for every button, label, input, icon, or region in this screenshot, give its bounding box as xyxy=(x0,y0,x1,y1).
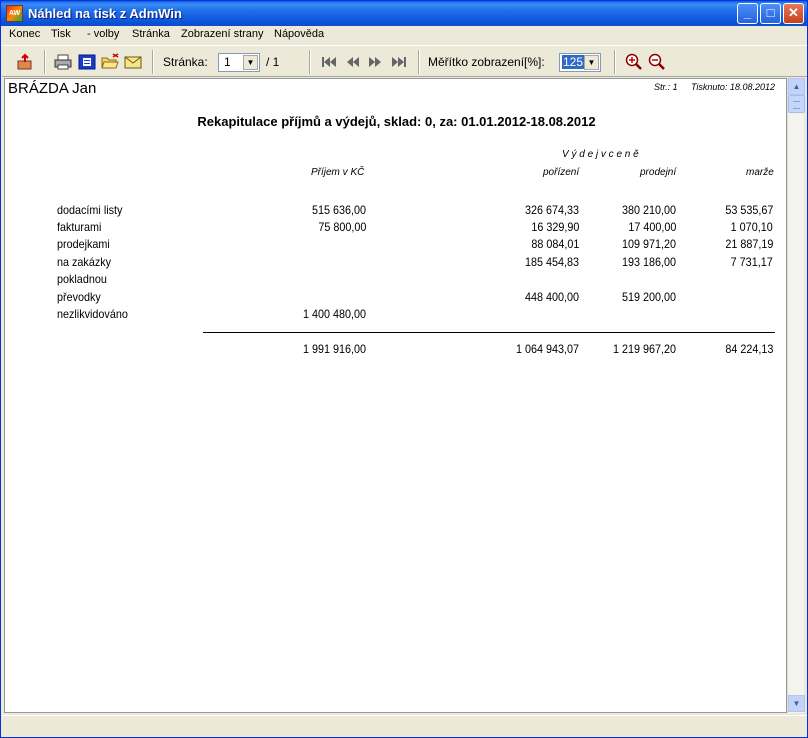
minimize-button[interactable]: _ xyxy=(737,3,758,24)
first-page-icon[interactable] xyxy=(320,53,338,71)
toolbar-separator xyxy=(152,50,154,74)
menu-volby[interactable]: - volby xyxy=(87,28,119,40)
cell-sale: 109 971,20 xyxy=(621,237,676,251)
zoom-in-icon[interactable] xyxy=(625,53,643,71)
report-title: Rekapitulace příjmů a výdejů, sklad: 0, … xyxy=(197,114,596,129)
customer-name: BRÁZDA Jan xyxy=(8,80,97,97)
zoom-value: 125 xyxy=(562,55,585,69)
app-icon[interactable]: AW xyxy=(6,5,23,22)
exit-icon[interactable] xyxy=(16,53,34,71)
menu-napoveda[interactable]: Nápověda xyxy=(274,28,324,40)
cell-cost: 448 400,00 xyxy=(524,290,579,304)
column-income: Příjem v KČ xyxy=(311,167,365,178)
cell-sale: 380 210,00 xyxy=(621,203,676,217)
cell-income: 75 800,00 xyxy=(317,220,366,234)
menu-stranka[interactable]: Stránka xyxy=(132,28,170,40)
page-value: 1 xyxy=(224,55,231,69)
total-sale: 1 219 967,20 xyxy=(612,342,676,356)
print-date: Tisknuto: 18.08.2012 xyxy=(691,82,775,92)
row-label: na zakázky xyxy=(57,255,112,269)
menu-konec[interactable]: Konec xyxy=(9,28,40,40)
vertical-scrollbar[interactable]: ▲ ▼ xyxy=(787,78,805,713)
print-icon[interactable] xyxy=(54,53,72,71)
cell-margin: 53 535,67 xyxy=(724,203,773,217)
row-label: prodejkami xyxy=(57,237,110,251)
header-group-issue: V ý d e j v c e n ě xyxy=(562,149,639,160)
scroll-thumb[interactable] xyxy=(788,95,805,113)
maximize-button[interactable]: □ xyxy=(760,3,781,24)
column-cost: pořízení xyxy=(543,167,580,178)
email-icon[interactable] xyxy=(124,53,142,71)
cell-margin: 21 887,19 xyxy=(724,237,773,251)
zoom-select[interactable]: 125 ▼ xyxy=(559,53,601,72)
page-number: Str.: 1 xyxy=(654,82,678,92)
row-label: převodky xyxy=(57,290,101,304)
total-cost: 1 064 943,07 xyxy=(515,342,579,356)
open-folder-icon[interactable] xyxy=(101,53,119,71)
menu-bar: Konec Tisk - volby Stránka Zobrazení str… xyxy=(2,26,807,44)
zoom-label: Měřítko zobrazení[%]: xyxy=(428,55,545,69)
cell-sale: 17 400,00 xyxy=(627,220,676,234)
zoom-out-icon[interactable] xyxy=(648,53,666,71)
cell-cost: 185 454,83 xyxy=(524,255,579,269)
row-label: nezlikvidováno xyxy=(57,307,128,321)
toolbar-separator xyxy=(309,50,311,74)
print-options-icon[interactable] xyxy=(78,53,96,71)
row-label: fakturami xyxy=(57,220,102,234)
status-bar xyxy=(2,715,807,737)
menu-zobrazeni-strany[interactable]: Zobrazení strany xyxy=(181,28,264,40)
menu-tisk[interactable]: Tisk xyxy=(51,28,71,40)
last-page-icon[interactable] xyxy=(390,53,408,71)
row-label: pokladnou xyxy=(57,272,107,286)
next-page-icon[interactable] xyxy=(366,53,384,71)
toolbar-separator xyxy=(614,50,616,74)
chevron-down-icon[interactable]: ▼ xyxy=(243,55,258,70)
cell-cost: 326 674,33 xyxy=(524,203,579,217)
cell-margin: 7 731,17 xyxy=(730,255,773,269)
print-preview-page[interactable]: BRÁZDA Jan Str.: 1 Tisknuto: 18.08.2012 … xyxy=(4,78,787,713)
chevron-down-icon[interactable]: ▼ xyxy=(584,55,599,70)
page-label: Stránka: xyxy=(163,55,208,69)
cell-sale: 519 200,00 xyxy=(621,290,676,304)
toolbar-separator xyxy=(418,50,420,74)
toolbar-separator xyxy=(44,50,46,74)
total-income: 1 991 916,00 xyxy=(302,342,366,356)
column-sale: prodejní xyxy=(640,167,677,178)
page-total: / 1 xyxy=(266,55,280,69)
row-label: dodacími listy xyxy=(57,203,123,217)
cell-sale: 193 186,00 xyxy=(621,255,676,269)
cell-income: 515 636,00 xyxy=(311,203,366,217)
total-margin: 84 224,13 xyxy=(724,342,773,356)
totals-divider xyxy=(203,332,775,333)
toolbar: Stránka: 1 ▼ / 1 Měřítko zobrazení[%]: 1… xyxy=(2,45,807,77)
prev-page-icon[interactable] xyxy=(344,53,362,71)
title-bar[interactable]: AW Náhled na tisk z AdmWin _ □ ✕ xyxy=(1,1,807,26)
page-select[interactable]: 1 ▼ xyxy=(218,53,260,72)
window-title: Náhled na tisk z AdmWin xyxy=(28,6,182,21)
cell-cost: 88 084,01 xyxy=(530,237,579,251)
close-button[interactable]: ✕ xyxy=(783,3,804,24)
cell-cost: 16 329,90 xyxy=(530,220,579,234)
column-margin: marže xyxy=(746,167,774,178)
cell-income: 1 400 480,00 xyxy=(302,307,366,321)
preview-window: AW Náhled na tisk z AdmWin _ □ ✕ Konec T… xyxy=(0,0,808,738)
scroll-up-icon[interactable]: ▲ xyxy=(788,78,805,95)
scroll-down-icon[interactable]: ▼ xyxy=(788,695,805,712)
cell-margin: 1 070,10 xyxy=(730,220,773,234)
